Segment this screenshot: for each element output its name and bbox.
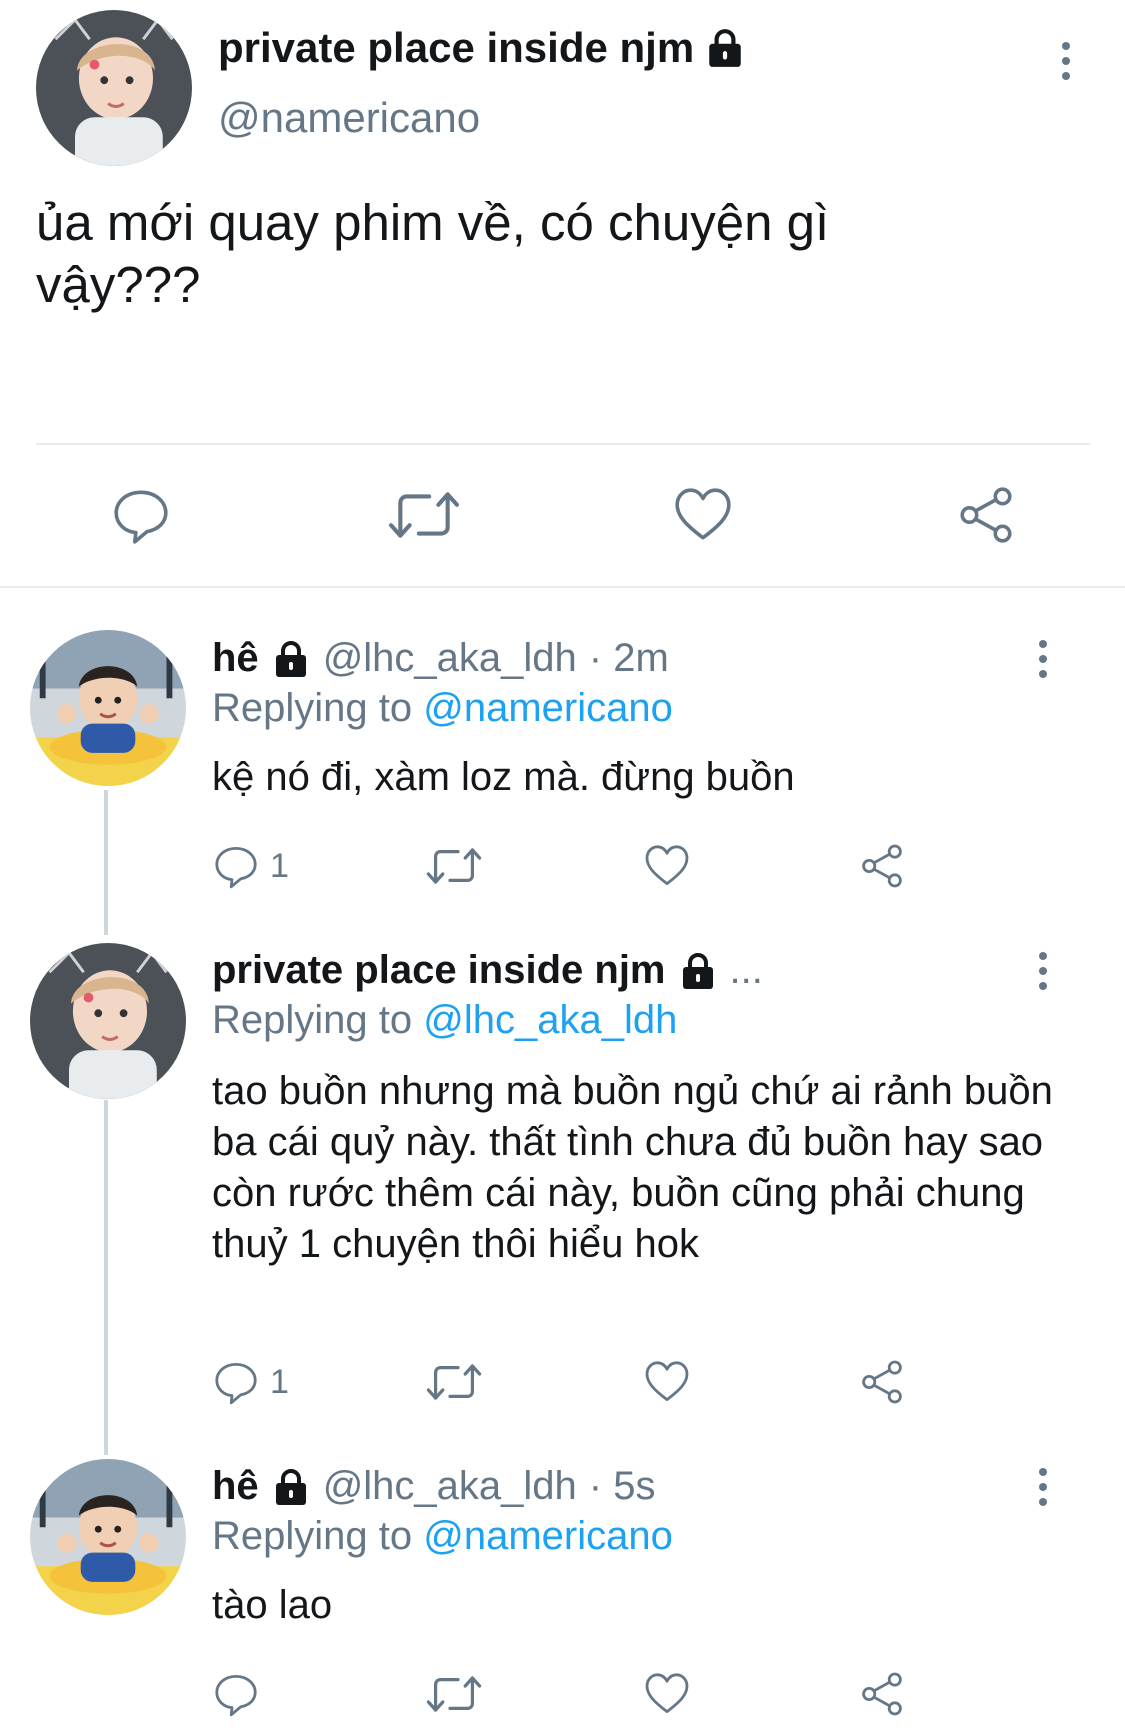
heart-icon	[672, 484, 734, 546]
display-name[interactable]: private place inside njm	[212, 948, 666, 993]
retweet-button[interactable]	[426, 842, 482, 890]
share-button[interactable]	[955, 484, 1017, 546]
reply-text: tao buồn nhưng mà buồn ngủ chứ ai rảnh b…	[212, 1069, 1053, 1266]
author-handle[interactable]: @namericano	[218, 94, 480, 142]
like-button[interactable]	[643, 1670, 691, 1718]
share-button[interactable]	[858, 1358, 906, 1406]
reply-button[interactable]: 1	[212, 842, 289, 890]
share-icon	[858, 842, 906, 890]
retweet-icon	[426, 1358, 482, 1406]
reply-tweet	[30, 630, 186, 786]
reply-bubble-icon	[110, 484, 172, 546]
reply-text: kệ nó đi, xàm loz mà. đừng buồn	[212, 755, 795, 799]
timestamp: · 5s	[588, 1464, 656, 1508]
more-options-icon[interactable]	[1031, 952, 1055, 990]
replying-label: Replying to	[212, 1514, 413, 1558]
reply-bubble-icon	[212, 1670, 260, 1718]
reply-bubble-icon	[212, 842, 260, 890]
tweet-text: ủa mới quay phim về, có chuyện gì vậy???	[36, 194, 830, 313]
lock-icon	[271, 639, 311, 679]
replying-to: Replying to @namericano	[212, 686, 673, 731]
divider	[36, 443, 1090, 445]
retweet-icon	[426, 1670, 482, 1718]
like-button[interactable]	[643, 842, 691, 890]
replying-label: Replying to	[212, 686, 413, 730]
lock-icon	[704, 27, 746, 69]
mention-link[interactable]: @lhc_aka_ldh	[423, 998, 677, 1042]
reply-button[interactable]: 1	[212, 1358, 289, 1406]
retweet-icon	[426, 842, 482, 890]
lock-icon	[271, 1467, 311, 1507]
replying-to: Replying to @lhc_aka_ldh	[212, 998, 677, 1043]
retweet-button[interactable]	[426, 1670, 482, 1718]
share-button[interactable]	[858, 842, 906, 890]
avatar[interactable]	[30, 1459, 186, 1615]
share-button[interactable]	[858, 1670, 906, 1718]
author-row: private place inside njm	[218, 24, 746, 72]
heart-icon	[643, 1358, 691, 1406]
more-options-icon[interactable]	[1031, 640, 1055, 678]
author-handle[interactable]: ...	[730, 948, 763, 993]
replying-label: Replying to	[212, 998, 413, 1042]
section-divider	[0, 586, 1125, 588]
more-options-icon[interactable]	[1031, 1468, 1055, 1506]
reply-author-row: hê @lhc_aka_ldh · 5s	[212, 1464, 655, 1509]
mention-link[interactable]: @namericano	[423, 686, 673, 730]
mention-link[interactable]: @namericano	[423, 1514, 673, 1558]
reply-button[interactable]	[110, 484, 172, 546]
like-button[interactable]	[672, 484, 734, 546]
reply-tweet	[30, 1459, 186, 1615]
reply-count: 1	[270, 846, 289, 885]
share-icon	[858, 1670, 906, 1718]
lock-icon	[678, 951, 718, 991]
reply-author-row: private place inside njm ...	[212, 948, 763, 993]
heart-icon	[643, 1670, 691, 1718]
thread-line	[104, 790, 108, 935]
reply-author-row: hê @lhc_aka_ldh · 2m	[212, 636, 669, 681]
replying-to: Replying to @namericano	[212, 1514, 673, 1559]
display-name[interactable]: private place inside njm	[218, 24, 694, 72]
display-name[interactable]: hê	[212, 1464, 259, 1509]
share-icon	[858, 1358, 906, 1406]
heart-icon	[643, 842, 691, 890]
avatar[interactable]	[36, 10, 192, 166]
display-name[interactable]: hê	[212, 636, 259, 681]
reply-text: tào lao	[212, 1583, 333, 1627]
author-handle[interactable]: @lhc_aka_ldh	[323, 636, 577, 681]
reply-button[interactable]	[212, 1670, 260, 1718]
reply-tweet	[30, 943, 186, 1099]
retweet-icon	[388, 484, 460, 546]
share-icon	[955, 484, 1017, 546]
retweet-button[interactable]	[426, 1358, 482, 1406]
reply-bubble-icon	[212, 1358, 260, 1406]
thread-line	[104, 1100, 108, 1455]
more-options-icon[interactable]	[1054, 42, 1078, 80]
retweet-button[interactable]	[388, 484, 460, 546]
like-button[interactable]	[643, 1358, 691, 1406]
timestamp: · 2m	[588, 636, 669, 680]
reply-count: 1	[270, 1362, 289, 1401]
avatar[interactable]	[30, 630, 186, 786]
author-handle[interactable]: @lhc_aka_ldh	[323, 1464, 577, 1509]
avatar[interactable]	[30, 943, 186, 1099]
